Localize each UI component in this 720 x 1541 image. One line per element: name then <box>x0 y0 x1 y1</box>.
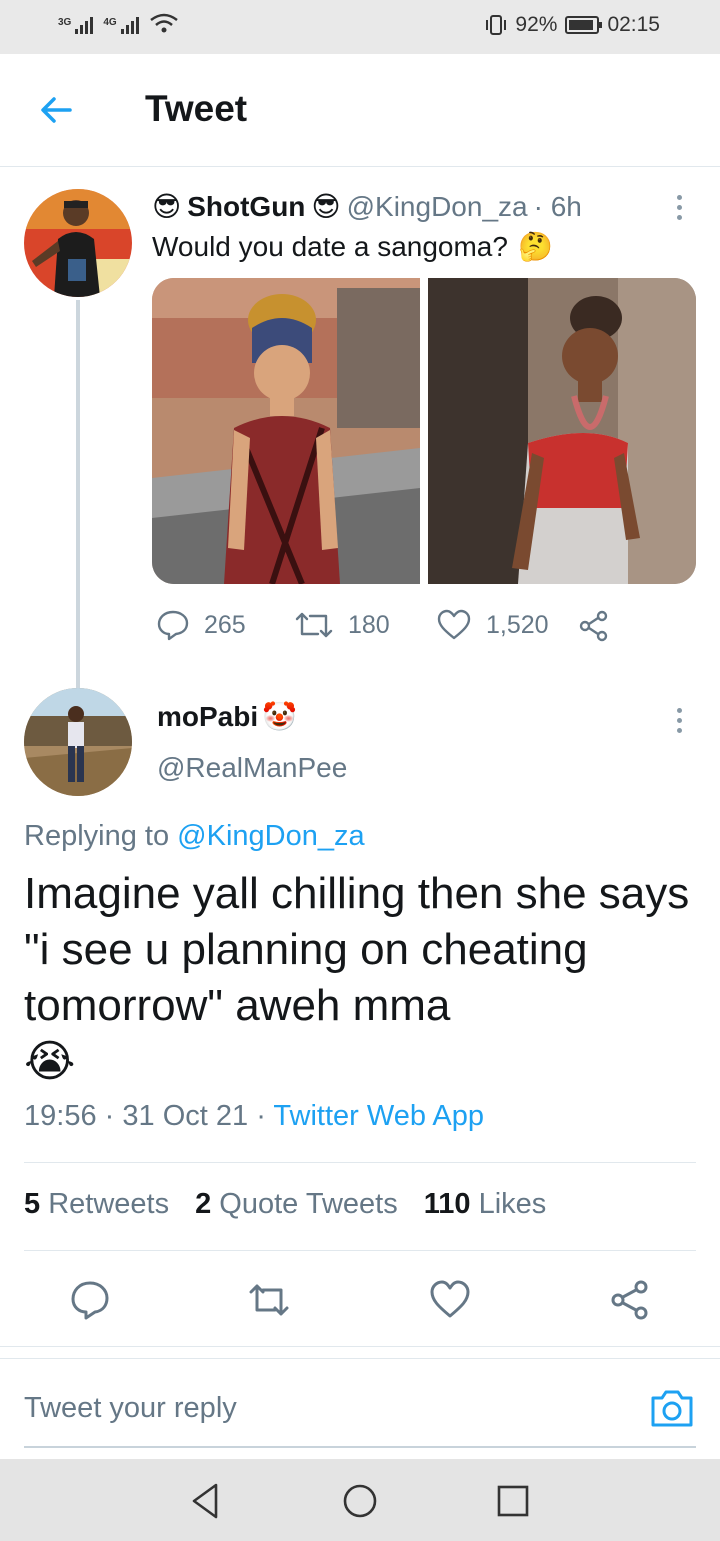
divider-2 <box>24 1250 696 1251</box>
signal-4g-icon: 4G <box>103 17 139 34</box>
thinking-emoji: 🤔 <box>517 231 553 262</box>
tweet-metadata: 19:56 · 31 Oct 21 · Twitter Web App <box>24 1100 484 1133</box>
sunglasses-emoji-2: 😎 <box>311 191 341 222</box>
detail-actions <box>0 1270 720 1330</box>
battery-icon <box>565 16 603 34</box>
avatar-mopabi[interactable] <box>24 688 132 796</box>
share-icon[interactable] <box>608 1278 652 1322</box>
retweets-stat[interactable]: 5 Retweets <box>24 1188 169 1221</box>
battery-percent: 92% <box>515 13 558 36</box>
reply-icon[interactable] <box>68 1278 112 1322</box>
avatar-shotgun[interactable] <box>24 189 132 297</box>
tweet-age: · 6h <box>533 190 582 222</box>
clown-emoji: 🤡 <box>262 701 298 732</box>
composer-top-border <box>0 1346 720 1347</box>
engagement-stats: 5 Retweets 2 Quote Tweets 110 Likes <box>24 1188 546 1221</box>
composer-top-border-2 <box>0 1358 720 1359</box>
heart-icon[interactable] <box>428 1278 472 1322</box>
thread-line <box>76 300 80 688</box>
share-action[interactable] <box>578 610 610 642</box>
meta-separator: · <box>104 1100 115 1132</box>
replying-to: Replying to @KingDon_za <box>24 820 365 853</box>
nav-home-icon[interactable] <box>340 1481 380 1521</box>
more-options-icon[interactable] <box>677 195 683 220</box>
network-label-1: 3G <box>58 17 72 28</box>
retweet-action[interactable]: 180 <box>294 608 390 642</box>
retweet-icon[interactable] <box>247 1278 291 1322</box>
reply-action[interactable]: 265 <box>156 608 246 642</box>
crying-emoji: 😭 <box>24 1037 76 1086</box>
reply-more-options-icon[interactable] <box>677 708 683 733</box>
signal-indicators: 3G 4G <box>58 12 179 34</box>
sunglasses-emoji: 😎 <box>152 191 182 222</box>
reply-text-body: Imagine yall chilling then she says "i s… <box>24 869 690 1030</box>
network-label-2: 4G <box>103 17 117 28</box>
reply-icon[interactable] <box>156 608 190 642</box>
top-app-bar: Tweet <box>0 54 720 167</box>
display-name[interactable]: ShotGun <box>187 191 305 223</box>
reply-input[interactable]: Tweet your reply <box>24 1392 237 1425</box>
quote-tweets-stat-label: Quote Tweets <box>219 1188 398 1220</box>
vibrate-icon <box>486 15 507 35</box>
quote-tweets-stat[interactable]: 2 Quote Tweets <box>195 1188 398 1221</box>
media-photo-1[interactable] <box>152 278 420 584</box>
divider <box>24 1162 696 1163</box>
system-navigation-bar <box>0 1459 720 1541</box>
meta-separator-2: · <box>256 1100 266 1132</box>
likes-stat[interactable]: 110 Likes <box>424 1188 547 1221</box>
retweets-stat-count: 5 <box>24 1188 41 1220</box>
reply-text: Imagine yall chilling then she says "i s… <box>24 866 694 1090</box>
tweet-date: 31 Oct 21 <box>122 1100 249 1132</box>
like-action[interactable]: 1,520 <box>436 608 549 642</box>
likes-stat-count: 110 <box>423 1188 471 1220</box>
nav-recents-icon[interactable] <box>493 1481 533 1521</box>
retweet-icon[interactable] <box>294 608 334 642</box>
media-photo-2[interactable] <box>428 278 696 584</box>
arrow-left-icon[interactable] <box>36 90 76 130</box>
reply-display-name-row: moPabi 🤡 <box>157 700 297 733</box>
tweet-header: 😎 ShotGun 😎 @KingDon_za · 6h <box>152 190 582 223</box>
retweet-count: 180 <box>348 610 390 639</box>
heart-icon[interactable] <box>436 608 472 642</box>
page-title: Tweet <box>145 88 248 129</box>
replying-to-handle-link[interactable]: @KingDon_za <box>177 820 364 852</box>
tweet-text-body: Would you date a sangoma? <box>152 230 508 262</box>
clock: 02:15 <box>607 13 660 36</box>
nav-back-icon[interactable] <box>186 1481 226 1521</box>
wifi-icon <box>149 13 178 33</box>
composer-underline <box>24 1446 696 1448</box>
tweet-time: 19:56 <box>24 1100 97 1132</box>
signal-3g-icon: 3G <box>58 17 94 34</box>
tweet-actions: 265 180 1,520 <box>152 604 622 648</box>
tweet-text: Would you date a sangoma? 🤔 <box>152 230 553 263</box>
reply-display-name[interactable]: moPabi <box>157 701 258 733</box>
replying-to-label: Replying to <box>24 820 170 852</box>
tweet-media[interactable] <box>152 278 696 584</box>
reply-user-handle[interactable]: @RealManPee <box>157 752 347 784</box>
reply-count: 265 <box>204 610 246 639</box>
share-icon[interactable] <box>578 610 610 642</box>
like-count: 1,520 <box>486 610 549 639</box>
user-handle[interactable]: @KingDon_za <box>347 191 528 223</box>
tweet-source-link[interactable]: Twitter Web App <box>273 1100 484 1132</box>
status-bar: 3G 4G 92% 02:15 <box>0 0 720 54</box>
retweets-stat-label: Retweets <box>48 1188 170 1220</box>
quote-tweets-stat-count: 2 <box>195 1188 212 1220</box>
likes-stat-label: Likes <box>478 1188 547 1220</box>
camera-icon[interactable] <box>648 1386 696 1430</box>
